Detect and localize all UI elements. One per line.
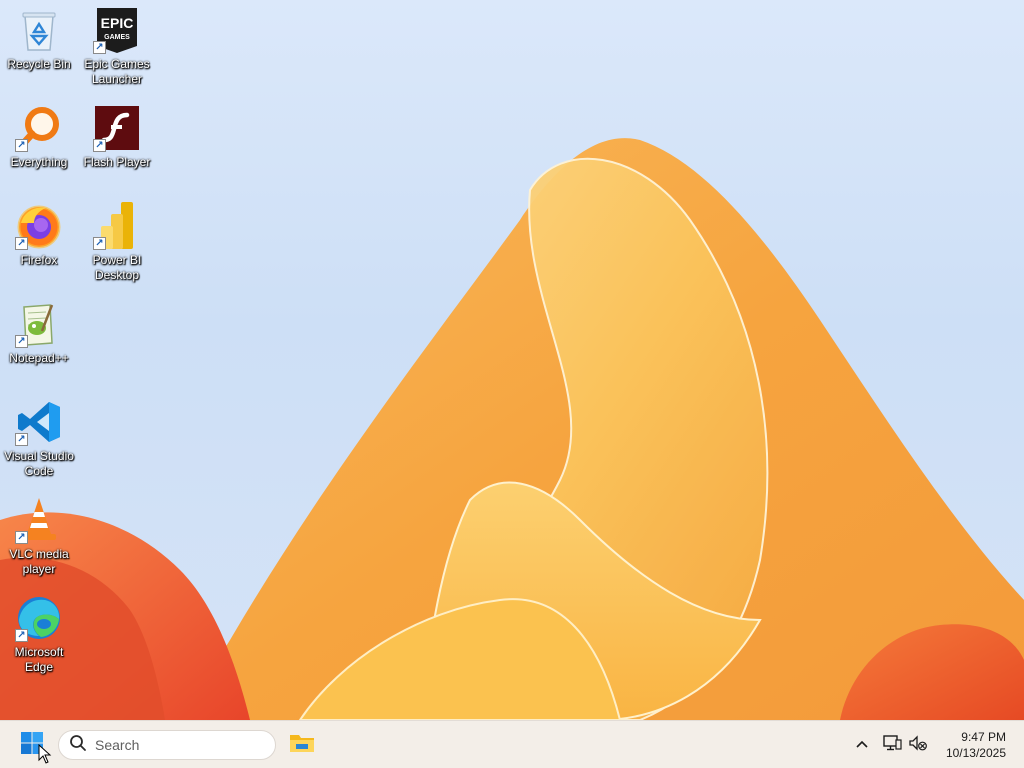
search-icon <box>69 734 87 757</box>
desktop-icon-label: Recycle Bin <box>7 57 71 71</box>
tray-overflow-button[interactable] <box>850 733 874 757</box>
desktop-icon-edge[interactable]: ↗ Microsoft Edge <box>2 594 76 675</box>
chevron-up-icon <box>855 736 869 754</box>
shortcut-arrow-icon: ↗ <box>15 433 28 446</box>
volume-muted-icon <box>908 734 928 757</box>
shortcut-arrow-icon: ↗ <box>93 139 106 152</box>
shortcut-arrow-icon: ↗ <box>15 629 28 642</box>
desktop-icon-vlc[interactable]: ↗ VLC media player <box>2 496 76 577</box>
tray-network-button[interactable] <box>880 733 904 757</box>
desktop-icon-label: Power BI Desktop <box>92 253 142 282</box>
shortcut-arrow-icon: ↗ <box>15 237 28 250</box>
desktop-icon-flash-player[interactable]: ↗ Flash Player <box>80 104 154 170</box>
shortcut-arrow-icon: ↗ <box>15 335 28 348</box>
taskbar-clock[interactable]: 9:47 PM 10/13/2025 <box>936 728 1016 762</box>
recycle-bin-icon <box>15 6 63 54</box>
taskbar-search-box[interactable]: Search <box>58 730 276 760</box>
everything-search-icon: ↗ <box>15 104 63 152</box>
desktop-icon-label: Visual Studio Code <box>4 449 74 478</box>
notepad-plus-plus-icon: ↗ <box>15 300 63 348</box>
epic-logo-subtext: GAMES <box>104 34 130 41</box>
desktop-icon-firefox[interactable]: ↗ Firefox <box>2 202 76 268</box>
desktop-icon-label: Notepad++ <box>9 351 69 365</box>
tray-volume-button[interactable] <box>906 733 930 757</box>
desktop-icon-vscode[interactable]: ↗ Visual Studio Code <box>2 398 76 479</box>
taskbar: Search 9:47 PM 10/13/2025 <box>0 720 1024 768</box>
desktop-icon-notepad-plus-plus[interactable]: ↗ Notepad++ <box>2 300 76 366</box>
desktop-icon-label: Epic Games Launcher <box>84 57 150 86</box>
desktop-icon-epic-games[interactable]: EPIC GAMES ↗ Epic Games Launcher <box>80 6 154 87</box>
power-bi-icon: ↗ <box>93 202 141 250</box>
search-placeholder: Search <box>95 737 140 753</box>
vscode-icon: ↗ <box>15 398 63 446</box>
flash-player-icon: ↗ <box>93 104 141 152</box>
shortcut-arrow-icon: ↗ <box>93 237 106 250</box>
desktop-icon-label: Firefox <box>20 253 58 267</box>
clock-time: 9:47 PM <box>961 730 1006 744</box>
network-icon <box>882 734 902 757</box>
taskbar-app-file-explorer[interactable] <box>282 729 322 761</box>
shortcut-arrow-icon: ↗ <box>15 139 28 152</box>
desktop-icon-label: Microsoft Edge <box>14 645 64 674</box>
shortcut-arrow-icon: ↗ <box>93 41 106 54</box>
epic-logo-text: EPIC <box>101 15 134 31</box>
windows-logo-icon <box>20 731 44 760</box>
start-button[interactable] <box>12 729 52 761</box>
file-explorer-icon <box>288 731 316 760</box>
desktop-icon-label: Flash Player <box>83 155 151 169</box>
shortcut-arrow-icon: ↗ <box>15 531 28 544</box>
edge-icon: ↗ <box>15 594 63 642</box>
desktop-icon-everything[interactable]: ↗ Everything <box>2 104 76 170</box>
desktop-icon-label: VLC media player <box>9 547 69 576</box>
desktop-icon-power-bi[interactable]: ↗ Power BI Desktop <box>80 202 154 283</box>
clock-date: 10/13/2025 <box>945 746 1006 760</box>
epic-games-icon: EPIC GAMES ↗ <box>93 6 141 54</box>
desktop-icon-label: Everything <box>10 155 68 169</box>
vlc-icon: ↗ <box>15 496 63 544</box>
firefox-icon: ↗ <box>15 202 63 250</box>
desktop-icon-recycle-bin[interactable]: Recycle Bin <box>2 6 76 72</box>
